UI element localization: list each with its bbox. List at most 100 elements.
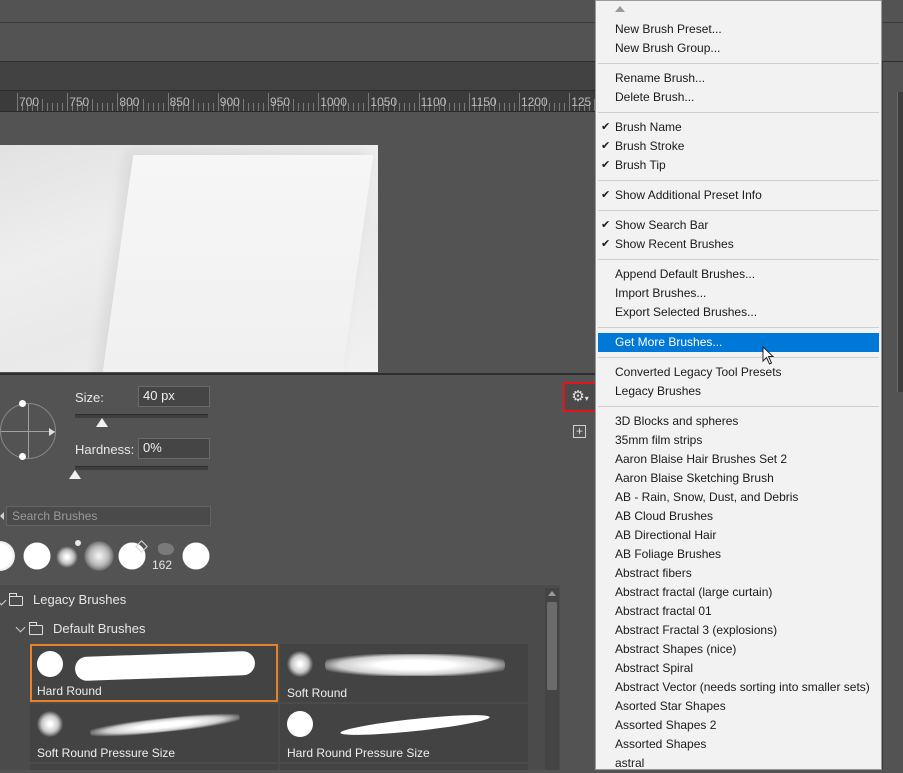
brush-tile-partial[interactable] (280, 764, 528, 770)
menu-item[interactable]: New Brush Preset... (598, 20, 879, 39)
menu-item[interactable]: Aaron Blaise Hair Brushes Set 2 (598, 450, 879, 469)
brush-tip-preview (37, 711, 63, 737)
ruler-minor-tick (212, 103, 214, 111)
hardness-field[interactable]: 0% (138, 438, 210, 459)
document-canvas[interactable] (0, 145, 378, 372)
ruler-minor-tick (348, 103, 350, 111)
ruler-minor-tick (549, 103, 551, 111)
menu-item[interactable]: Export Selected Brushes... (598, 303, 879, 322)
menu-item[interactable]: New Brush Group... (598, 39, 879, 58)
ruler-minor-tick (162, 103, 164, 111)
group-row-legacy[interactable]: Legacy Brushes (0, 587, 545, 613)
menu-item[interactable]: ✔ Show Search Bar (598, 216, 879, 235)
brush-settings-gear-button[interactable]: ⚙▾ (563, 382, 597, 412)
ruler-minor-tick (554, 103, 556, 111)
menu-item[interactable]: 3D Blocks and spheres (598, 412, 879, 431)
menu-item[interactable]: Abstract Vector (needs sorting into smal… (598, 678, 879, 697)
menu-item[interactable]: AB Cloud Brushes (598, 507, 879, 526)
roundness-handle-bottom[interactable] (19, 453, 26, 460)
chevron-down-icon[interactable] (15, 622, 26, 633)
menu-item[interactable]: Assorted Shapes 2 (598, 716, 879, 735)
menu-item[interactable]: 35mm film strips (598, 431, 879, 450)
menu-item[interactable]: AB Directional Hair (598, 526, 879, 545)
ruler-minor-tick (257, 103, 259, 111)
menu-item[interactable]: Import Brushes... (598, 284, 879, 303)
size-label: Size: (75, 390, 104, 405)
hardness-slider-thumb[interactable] (69, 470, 81, 479)
menu-item[interactable]: Assorted Shapes (598, 735, 879, 754)
menu-item[interactable]: ✔ Show Additional Preset Info (598, 186, 879, 205)
menu-item-label: Abstract Fractal 3 (explosions) (615, 623, 778, 637)
recent-brush-4[interactable] (84, 541, 114, 571)
ruler-minor-tick (559, 103, 561, 111)
menu-item[interactable]: ✔ Brush Tip (598, 156, 879, 175)
menu-item[interactable]: Abstract Shapes (nice) (598, 640, 879, 659)
menu-item-label: Show Additional Preset Info (615, 188, 762, 202)
menu-item[interactable]: AB - Rain, Snow, Dust, and Debris (598, 488, 879, 507)
brush-tile-hard-round[interactable]: Hard Round (30, 644, 278, 702)
menu-item[interactable]: Append Default Brushes... (598, 265, 879, 284)
menu-item[interactable]: Abstract Spiral (598, 659, 879, 678)
scrollbar-thumb[interactable] (547, 602, 557, 690)
brush-tile-soft-round[interactable]: Soft Round (280, 644, 528, 702)
menu-item[interactable]: AB Foliage Brushes (598, 545, 879, 564)
ruler-minor-tick (458, 103, 460, 111)
brush-tile-name: Hard Round Pressure Size (287, 746, 430, 760)
brush-tile-soft-round-pressure-size[interactable]: Soft Round Pressure Size (30, 704, 278, 762)
ruler-minor-tick (152, 103, 154, 111)
ruler-minor-tick (303, 103, 305, 111)
menu-item-label: New Brush Group... (615, 41, 721, 55)
checkmark-icon: ✔ (601, 159, 611, 171)
size-slider-thumb[interactable] (95, 418, 108, 427)
menu-item[interactable]: Get More Brushes... (598, 333, 879, 352)
brush-tile-hard-round-pressure-size[interactable]: Hard Round Pressure Size (280, 704, 528, 762)
roundness-handle-top[interactable] (19, 400, 26, 407)
menu-item-label: Delete Brush... (615, 90, 695, 104)
checkmark-icon: ✔ (601, 189, 611, 201)
menu-item[interactable]: Abstract fractal 01 (598, 602, 879, 621)
recent-brush-2[interactable] (22, 541, 52, 571)
menu-item[interactable]: Legacy Brushes (598, 382, 879, 401)
menu-item-label: Converted Legacy Tool Presets (615, 365, 782, 379)
brush-tile-partial[interactable] (30, 764, 278, 770)
chevron-down-icon[interactable] (0, 595, 7, 606)
recent-brush-6[interactable]: 162 (152, 541, 180, 572)
menu-separator (598, 180, 879, 181)
group-row-default[interactable]: Default Brushes (0, 616, 545, 642)
menu-scroll-up-arrow-icon[interactable] (615, 6, 625, 12)
ruler-major-tick (569, 93, 571, 111)
brush-angle-roundness-control[interactable] (0, 400, 56, 460)
menu-item[interactable]: Abstract fibers (598, 564, 879, 583)
menu-item[interactable]: Delete Brush... (598, 88, 879, 107)
ruler-major-tick (418, 93, 420, 111)
menu-item[interactable]: ✔ Brush Stroke (598, 137, 879, 156)
menu-item[interactable]: astral (598, 754, 879, 773)
menu-item[interactable]: Asorted Star Shapes (598, 697, 879, 716)
search-brushes-input[interactable]: Search Brushes (6, 506, 211, 526)
menu-item[interactable]: Rename Brush... (598, 69, 879, 88)
recent-brush-3[interactable] (56, 546, 78, 568)
angle-arrow-icon[interactable] (49, 428, 55, 436)
menu-item[interactable]: ✔ Show Recent Brushes (598, 235, 879, 254)
menu-item[interactable]: ✔ Brush Name (598, 118, 879, 137)
menu-item[interactable]: Converted Legacy Tool Presets (598, 363, 879, 382)
menu-separator (598, 327, 879, 328)
menu-separator (598, 259, 879, 260)
size-field[interactable]: 40 px (138, 386, 210, 407)
ruler-label: 1000 (320, 95, 347, 109)
menu-separator (598, 112, 879, 113)
recent-brush-7[interactable] (181, 541, 211, 571)
ruler-minor-tick (202, 103, 204, 111)
right-panel-scrollbar[interactable] (897, 92, 903, 392)
menu-item[interactable]: Aaron Blaise Sketching Brush (598, 469, 879, 488)
scroll-up-arrow-icon[interactable] (548, 591, 556, 596)
menu-item[interactable]: Abstract fractal (large curtain) (598, 583, 879, 602)
brush-list-scrollbar[interactable] (545, 588, 559, 770)
new-brush-button[interactable]: + (573, 425, 586, 438)
menu-item-label: AB Directional Hair (615, 528, 717, 542)
menu-item-label: AB Foliage Brushes (615, 547, 722, 561)
ruler-minor-tick (42, 99, 44, 111)
hardness-slider[interactable] (75, 466, 208, 470)
menu-item[interactable]: Abstract Fractal 3 (explosions) (598, 621, 879, 640)
ruler-minor-tick (102, 103, 104, 111)
